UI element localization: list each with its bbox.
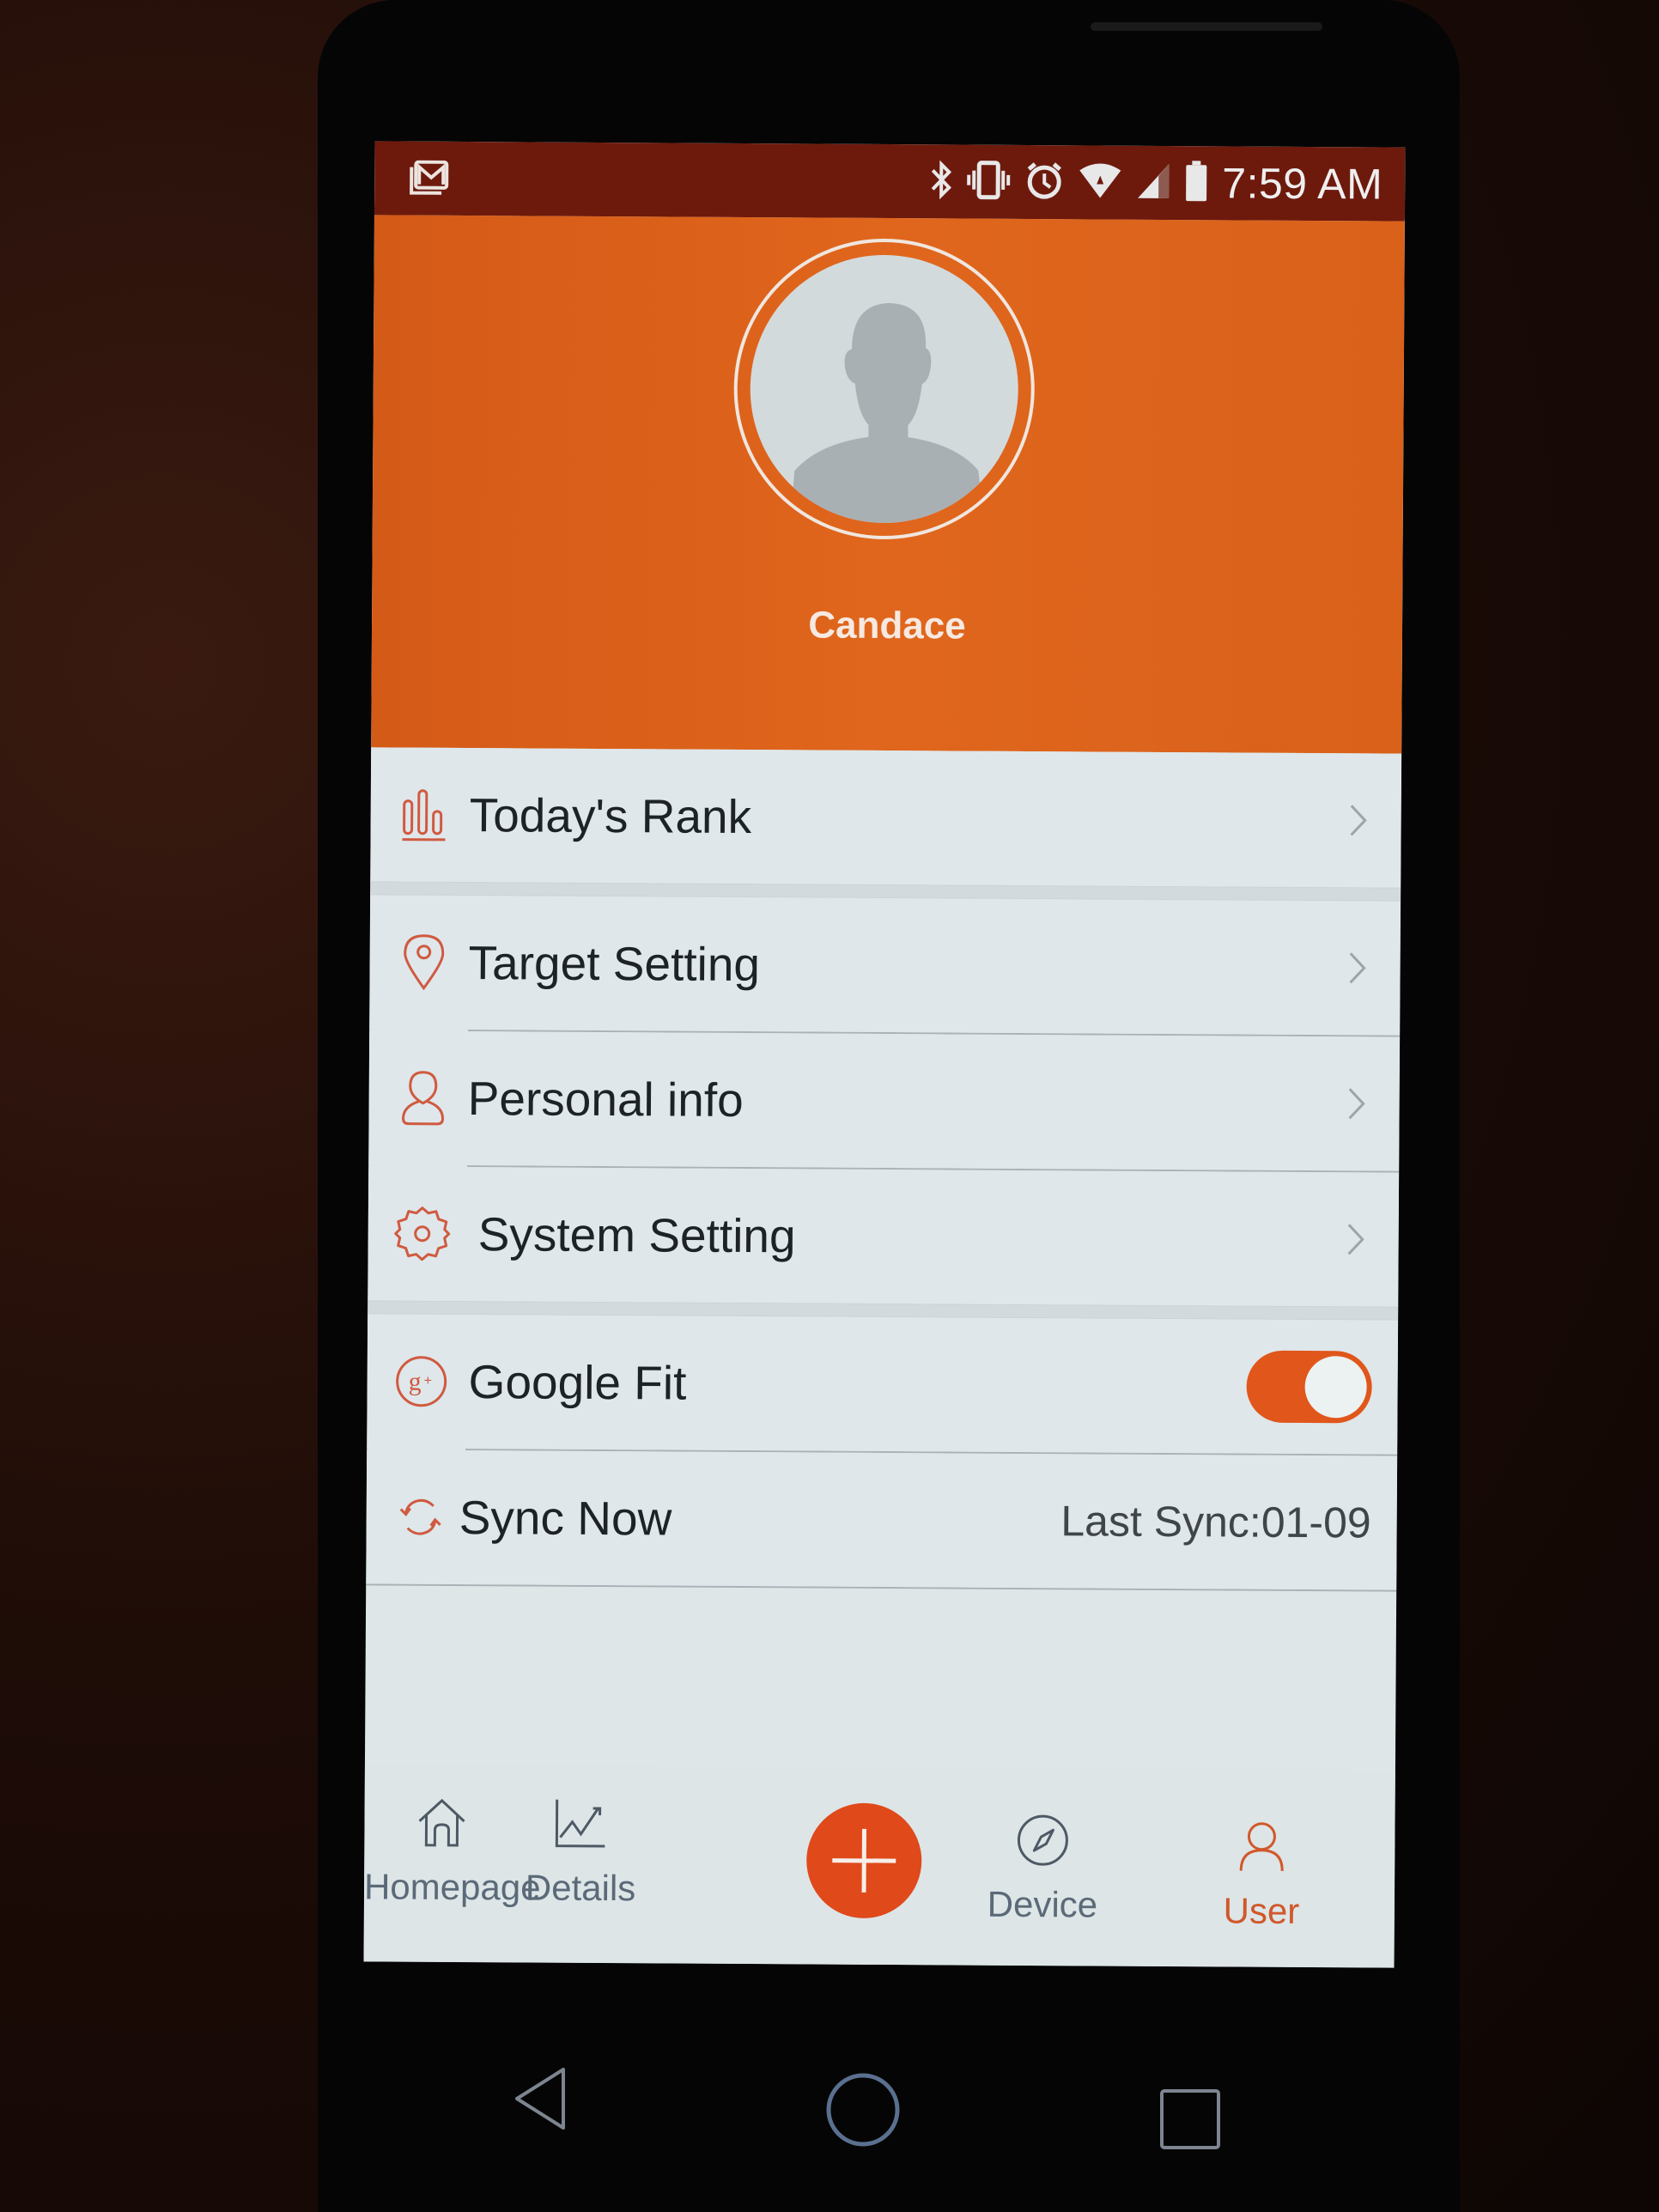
menu-label: Google Fit [468, 1355, 687, 1410]
google-fit-toggle[interactable] [1246, 1350, 1372, 1424]
location-pin-icon [393, 933, 453, 993]
signal-icon [1136, 161, 1170, 204]
svg-text:g: g [409, 1368, 422, 1396]
svg-text:+: + [424, 1374, 432, 1389]
status-bar: 7:59 AM [374, 141, 1406, 222]
tab-label: User [1223, 1890, 1300, 1931]
earpiece-speaker [1091, 22, 1322, 31]
tab-user[interactable]: User [1184, 1819, 1340, 1932]
google-plus-icon: g + [391, 1351, 451, 1411]
alarm-icon [1024, 160, 1064, 204]
wifi-icon [1078, 161, 1122, 204]
bluetooth-icon [930, 160, 952, 204]
back-icon[interactable] [514, 2066, 568, 2136]
menu-label: Today's Rank [469, 788, 752, 844]
bar-chart-icon [394, 785, 454, 845]
menu-label: Target Setting [468, 936, 761, 992]
system-navigation-bar [0, 2018, 1659, 2190]
home-circle-icon[interactable] [826, 2073, 900, 2151]
compass-icon [1015, 1814, 1070, 1871]
menu-item-target-setting[interactable]: Target Setting [369, 895, 1401, 1036]
tab-label: Details [525, 1867, 636, 1909]
menu-item-todays-rank[interactable]: Today's Rank [370, 747, 1402, 888]
user-name: Candace [808, 604, 966, 647]
menu-item-sync-now[interactable]: Sync Now Last Sync:01-09 [366, 1449, 1398, 1590]
plus-icon [806, 1828, 921, 1922]
tab-label: Homepage [363, 1866, 541, 1908]
tab-homepage[interactable]: Homepage [363, 1795, 541, 1908]
last-sync-text: Last Sync:01-09 [1060, 1497, 1371, 1547]
app-screen: 7:59 AM Candace Today's Rank Target Sett… [363, 141, 1406, 1968]
menu-label: Personal info [467, 1072, 744, 1127]
line-chart-icon [553, 1799, 608, 1855]
user-icon [1234, 1822, 1289, 1878]
profile-header: Candace [371, 215, 1405, 754]
tab-details[interactable]: Details [503, 1796, 659, 1909]
menu-item-system-setting[interactable]: System Setting [368, 1166, 1400, 1307]
tab-label: Device [987, 1883, 1098, 1925]
menu-label: System Setting [477, 1207, 796, 1263]
home-icon [414, 1798, 469, 1854]
add-button[interactable] [805, 1802, 922, 1919]
person-icon [392, 1068, 453, 1128]
menu-item-google-fit[interactable]: g + Google Fit [367, 1314, 1399, 1455]
gear-icon [392, 1204, 453, 1264]
gmail-icon [409, 160, 450, 201]
menu-label: Sync Now [459, 1490, 672, 1546]
clock-time: 7:59 AM [1222, 159, 1383, 209]
chevron-right-icon [1339, 1218, 1373, 1261]
battery-icon [1184, 160, 1208, 206]
settings-menu: Today's Rank Target Setting Personal inf… [366, 747, 1402, 1592]
recents-icon[interactable] [1159, 2088, 1221, 2154]
menu-item-personal-info[interactable]: Personal info [368, 1030, 1401, 1171]
vibrate-icon [966, 160, 1011, 204]
avatar[interactable] [732, 237, 1036, 541]
chevron-right-icon [1340, 1082, 1374, 1125]
toggle-knob [1304, 1355, 1367, 1419]
chevron-right-icon [1340, 946, 1374, 989]
default-avatar-silhouette-icon [749, 254, 1019, 524]
bottom-tab-bar: Homepage Details Device User [363, 1764, 1395, 1968]
chevron-right-icon [1341, 799, 1376, 842]
tab-device[interactable]: Device [965, 1813, 1121, 1926]
sync-icon [390, 1486, 450, 1547]
